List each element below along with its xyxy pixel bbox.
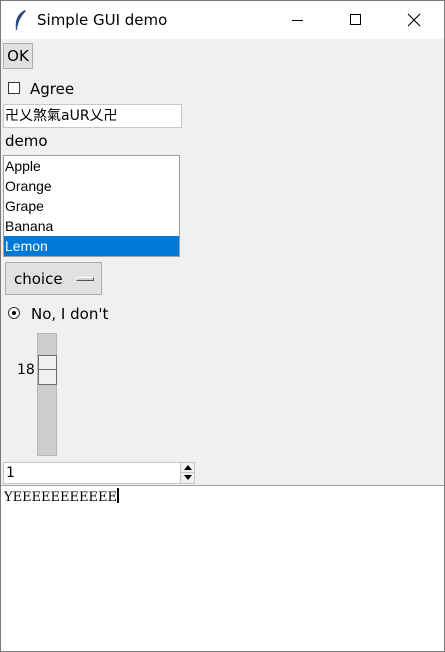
text-area-line[interactable]: YEEEEEEEEEEE <box>4 488 119 506</box>
list-item-orange[interactable]: Orange <box>4 176 179 196</box>
maximize-icon <box>350 14 361 25</box>
radio-button[interactable] <box>8 307 20 319</box>
title-bar[interactable]: Simple GUI demo <box>1 1 444 39</box>
slider-grip <box>39 369 56 370</box>
choice-option-menu[interactable]: choice <box>5 262 102 295</box>
app-window: Simple GUI demo OK Agree 卍乂煞氣aUR乂卍 demo … <box>0 0 445 652</box>
close-icon <box>407 13 421 27</box>
arrow-up-icon <box>184 465 192 470</box>
list-item-lemon[interactable]: Lemon <box>4 236 179 256</box>
scale-value: 18 <box>17 362 35 378</box>
list-item-banana[interactable]: Banana <box>4 216 179 236</box>
feather-icon <box>11 9 31 31</box>
window-title: Simple GUI demo <box>37 11 168 29</box>
minimize-button[interactable] <box>269 1 327 39</box>
arrow-down-icon <box>184 475 192 480</box>
scale-slider-handle[interactable] <box>38 355 57 385</box>
maximize-button[interactable] <box>327 1 385 39</box>
fruit-listbox[interactable]: Apple Orange Grape Banana Lemon <box>3 155 180 257</box>
option-menu-indicator-icon <box>76 277 94 281</box>
text-entry[interactable]: 卍乂煞氣aUR乂卍 <box>3 104 182 128</box>
minimize-icon <box>292 20 303 21</box>
text-area[interactable]: YEEEEEEEEEEE <box>1 485 444 651</box>
text-cursor <box>116 488 119 503</box>
list-item-apple[interactable]: Apple <box>4 156 179 176</box>
text-area-content: YEEEEEEEEEEE <box>4 490 117 505</box>
agree-label[interactable]: Agree <box>30 80 74 98</box>
radio-selected-dot <box>12 311 16 315</box>
demo-label: demo <box>5 132 48 150</box>
option-menu-label: choice <box>14 270 63 288</box>
ok-button[interactable]: OK <box>3 43 33 69</box>
spin-up-button[interactable] <box>180 463 194 473</box>
spinbox-value[interactable]: 1 <box>6 464 15 482</box>
scale-trough[interactable] <box>37 333 57 456</box>
agree-checkbox[interactable] <box>8 82 20 94</box>
list-item-grape[interactable]: Grape <box>4 196 179 216</box>
spin-down-button[interactable] <box>180 473 194 483</box>
radio-label[interactable]: No, I don't <box>31 305 108 323</box>
spinbox[interactable]: 1 <box>3 462 195 484</box>
close-button[interactable] <box>385 1 443 39</box>
